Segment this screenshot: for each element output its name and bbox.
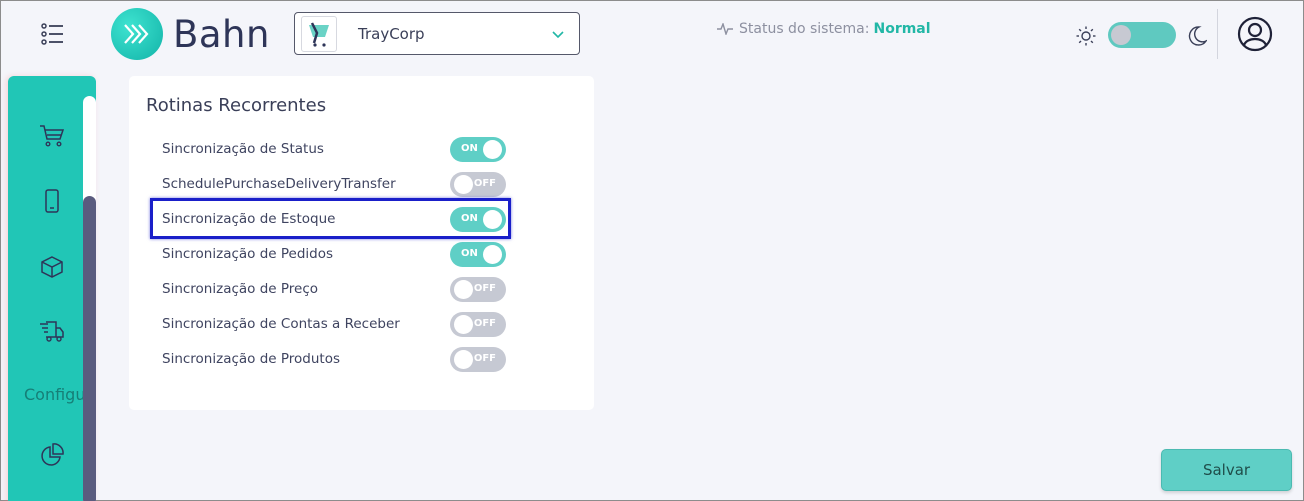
- toggle-knob: [454, 280, 473, 299]
- toggle-state-label: OFF: [473, 353, 496, 364]
- theme-toggle-knob: [1111, 25, 1131, 45]
- toggle-knob: [483, 140, 502, 159]
- theme-toggle[interactable]: [1108, 22, 1176, 48]
- routine-toggle[interactable]: OFF: [450, 277, 506, 302]
- highlight-box: [150, 198, 511, 239]
- toggle-knob: [454, 350, 473, 369]
- routine-toggle[interactable]: ON: [450, 242, 506, 267]
- cart-icon[interactable]: [39, 123, 65, 149]
- user-account-icon[interactable]: [1237, 16, 1273, 56]
- truck-icon[interactable]: [39, 319, 65, 345]
- routine-toggle[interactable]: OFF: [450, 172, 506, 197]
- toggle-knob: [454, 315, 473, 334]
- routine-row-price-sync: Sincronização de Preço OFF: [162, 277, 507, 303]
- chart-pie-icon[interactable]: [39, 442, 65, 468]
- routine-label: Sincronização de Preço: [162, 281, 319, 297]
- toggle-state-label: ON: [461, 248, 478, 259]
- header-divider: [1217, 9, 1218, 59]
- brand-name: Bahn: [173, 12, 270, 56]
- pulse-icon: [717, 23, 733, 35]
- routine-label: SchedulePurchaseDeliveryTransfer: [162, 176, 396, 192]
- mobile-icon[interactable]: [39, 188, 65, 214]
- save-button[interactable]: Salvar: [1161, 449, 1292, 491]
- brand-logo[interactable]: Bahn: [111, 8, 270, 60]
- brand-logo-icon: [111, 8, 163, 60]
- sidebar-scrollbar-thumb[interactable]: [83, 196, 96, 501]
- recurring-routines-card: Rotinas Recorrentes Sincronização de Sta…: [129, 76, 594, 410]
- routine-toggle[interactable]: ON: [450, 137, 506, 162]
- routine-row-receivables-sync: Sincronização de Contas a Receber OFF: [162, 312, 507, 338]
- toggle-state-label: OFF: [473, 283, 496, 294]
- menu-toggle-icon[interactable]: [41, 23, 65, 45]
- toggle-state-label: OFF: [473, 178, 496, 189]
- toggle-knob: [454, 175, 473, 194]
- system-status: Status do sistema: Normal: [717, 21, 931, 37]
- company-select-value: TrayCorp: [358, 24, 425, 43]
- routine-label: Sincronização de Status: [162, 141, 324, 157]
- routine-row-schedule-purchase: SchedulePurchaseDeliveryTransfer OFF: [162, 172, 507, 198]
- sun-icon: [1076, 26, 1096, 46]
- routine-label: Sincronização de Produtos: [162, 351, 341, 367]
- routine-row-products-sync: Sincronização de Produtos OFF: [162, 347, 507, 373]
- moon-icon: [1188, 26, 1207, 46]
- chevron-down-icon: [552, 31, 564, 39]
- routine-label: Sincronização de Pedidos: [162, 246, 334, 262]
- box-icon[interactable]: [39, 254, 65, 280]
- status-value: Normal: [873, 21, 931, 37]
- routine-row-orders-sync: Sincronização de Pedidos ON: [162, 242, 507, 268]
- company-select[interactable]: TrayCorp: [294, 12, 580, 55]
- routine-row-status-sync: Sincronização de Status ON: [162, 137, 507, 163]
- sidebar: Configu: [8, 76, 96, 501]
- card-title: Rotinas Recorrentes: [146, 95, 327, 116]
- routine-label: Sincronização de Contas a Receber: [162, 316, 400, 332]
- sidebar-partial-label: Configu: [24, 385, 84, 404]
- routine-toggle[interactable]: OFF: [450, 312, 506, 337]
- routine-toggle[interactable]: OFF: [450, 347, 506, 372]
- toggle-knob: [483, 245, 502, 264]
- status-label: Status do sistema:: [739, 21, 870, 37]
- toggle-state-label: ON: [461, 143, 478, 154]
- company-logo-icon: [301, 15, 337, 52]
- toggle-state-label: OFF: [473, 318, 496, 329]
